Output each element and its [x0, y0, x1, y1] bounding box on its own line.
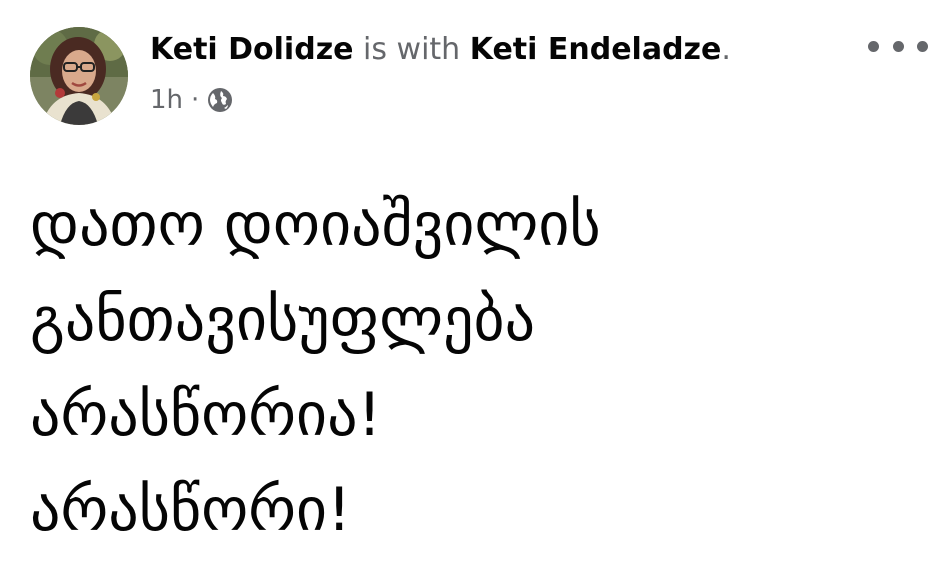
post-body: დათო დოიაშვილის განთავისუფლება არასწორია… [30, 178, 920, 558]
more-dot [868, 40, 879, 52]
more-options-icon[interactable] [868, 28, 928, 64]
post-timestamp[interactable]: 1h [150, 83, 183, 117]
post-body-line: განთავისუფლება [30, 285, 536, 355]
tagged-suffix: . [721, 32, 731, 67]
more-dot [917, 40, 928, 52]
tagged-person-name[interactable]: Keti Endeladze [470, 32, 722, 67]
post-body-line: არასწორია! [30, 380, 382, 450]
post-body-line: დათო დოიაშვილის [30, 190, 601, 260]
globe-icon[interactable] [207, 87, 233, 113]
facebook-post: Keti Dolidze is with Keti Endeladze. 1h … [0, 0, 945, 569]
post-meta: 1h · [150, 83, 233, 117]
author-name[interactable]: Keti Dolidze [150, 32, 354, 67]
more-dot [892, 40, 904, 52]
meta-separator: · [191, 85, 200, 115]
post-body-line: არასწორი! [30, 475, 352, 545]
with-text: is with [353, 32, 470, 67]
post-header: Keti Dolidze is with Keti Endeladze. [150, 28, 731, 72]
author-avatar[interactable] [30, 27, 128, 125]
